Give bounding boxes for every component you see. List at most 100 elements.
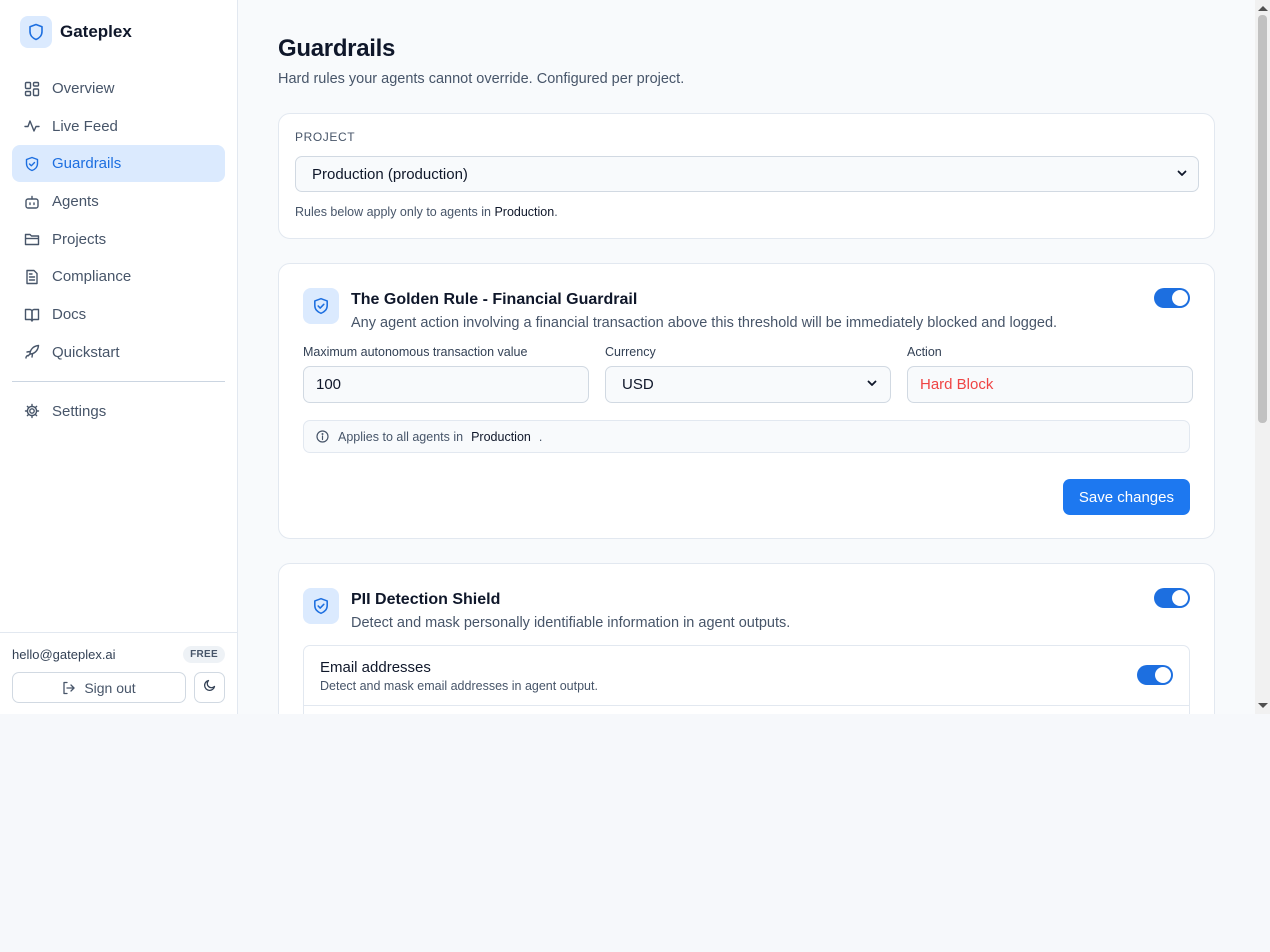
sidebar-item-label: Quickstart	[52, 343, 120, 361]
sidebar-item-compliance[interactable]: Compliance	[12, 258, 225, 295]
moon-icon	[203, 678, 217, 697]
scroll-down-arrow-icon[interactable]	[1258, 703, 1268, 708]
email-subrule-toggle[interactable]	[1137, 665, 1173, 685]
financial-rule-toggle[interactable]	[1154, 288, 1190, 308]
scroll-up-arrow-icon[interactable]	[1258, 6, 1268, 11]
sign-out-button[interactable]: Sign out	[12, 672, 186, 703]
pii-shield-card: PII Detection Shield Detect and mask per…	[278, 563, 1215, 714]
max-value-text: 100	[316, 376, 342, 393]
sign-out-label: Sign out	[84, 679, 136, 696]
email-subrule: Email addresses Detect and mask email ad…	[303, 645, 1190, 714]
log-out-icon	[62, 681, 76, 695]
user-row: hello@gateplex.ai FREE	[12, 645, 225, 663]
content-column: Guardrails Hard rules your agents cannot…	[278, 0, 1215, 714]
bot-icon	[24, 194, 40, 210]
rule-header: PII Detection Shield Detect and mask per…	[303, 588, 1190, 631]
sidebar-item-settings[interactable]: Settings	[12, 393, 225, 430]
email-subrule-title: Email addresses	[320, 659, 431, 676]
app-window: Gateplex Overview Live Feed Guardrails A…	[0, 0, 1270, 714]
currency-field: Currency USD	[605, 345, 891, 403]
sidebar: Gateplex Overview Live Feed Guardrails A…	[0, 0, 238, 714]
applies-prefix: Applies to all agents in	[338, 429, 464, 444]
rule-description: Detect and mask personally identifiable …	[351, 615, 791, 631]
applies-suffix: .	[538, 429, 543, 444]
sidebar-item-label: Compliance	[52, 268, 132, 286]
pii-rule-toggle[interactable]	[1154, 588, 1190, 608]
page-subtitle: Hard rules your agents cannot override. …	[278, 71, 685, 87]
rocket-icon	[24, 344, 40, 360]
sidebar-item-docs[interactable]: Docs	[12, 296, 225, 333]
sidebar-item-live-feed[interactable]: Live Feed	[12, 108, 225, 145]
rule-text: PII Detection Shield Detect and mask per…	[351, 588, 790, 631]
sidebar-divider	[12, 380, 225, 382]
save-changes-button[interactable]: Save changes	[1062, 479, 1190, 515]
sidebar-item-label: Settings	[52, 402, 107, 420]
financial-guardrail-card: The Golden Rule - Financial Guardrail An…	[278, 263, 1215, 539]
chevron-down-icon	[866, 376, 878, 393]
currency-select[interactable]: USD	[605, 366, 891, 403]
sidebar-item-projects[interactable]: Projects	[12, 221, 225, 258]
main-content: Guardrails Hard rules your agents cannot…	[238, 0, 1270, 714]
sidebar-item-label: Agents	[52, 193, 99, 211]
sidebar-item-label: Guardrails	[52, 155, 122, 173]
rule-header: The Golden Rule - Financial Guardrail An…	[303, 288, 1190, 331]
info-icon	[316, 430, 329, 443]
subrule-divider	[304, 705, 1189, 706]
page-title: Guardrails	[278, 35, 396, 62]
email-subrule-description: Detect and mask email addresses in agent…	[320, 679, 598, 693]
currency-value: USD	[622, 376, 654, 393]
rule-title: PII Detection Shield	[351, 591, 501, 608]
dashboard-grid-icon	[24, 81, 40, 97]
sidebar-footer: hello@gateplex.ai FREE Sign out	[0, 632, 237, 714]
shield-check-icon	[24, 156, 40, 172]
action-input[interactable]: Hard Block	[907, 366, 1193, 403]
folder-icon	[24, 231, 40, 247]
sidebar-item-quickstart[interactable]: Quickstart	[12, 334, 225, 371]
vertical-scrollbar[interactable]	[1255, 0, 1270, 714]
action-value: Hard Block	[920, 376, 994, 393]
max-value-label: Maximum autonomous transaction value	[303, 345, 528, 359]
shield-icon	[20, 16, 52, 48]
project-hint-name: Production	[494, 205, 555, 219]
project-hint-suffix: .	[554, 205, 558, 219]
shield-check-icon	[303, 588, 339, 624]
sidebar-item-label: Projects	[52, 230, 107, 248]
project-selector-card: PROJECT Production (production) Rules be…	[278, 113, 1215, 239]
activity-icon	[24, 118, 40, 134]
chevron-down-icon	[1176, 166, 1188, 183]
document-icon	[24, 269, 40, 285]
action-label: Action	[907, 345, 942, 359]
project-hint: Rules below apply only to agents in Prod…	[295, 205, 1198, 219]
user-email: hello@gateplex.ai	[12, 646, 116, 662]
project-select[interactable]: Production (production)	[295, 156, 1199, 192]
scrollbar-thumb[interactable]	[1258, 15, 1267, 423]
applies-project: Production	[471, 429, 531, 444]
max-value-field: Maximum autonomous transaction value 100	[303, 345, 589, 403]
brand-name: Gateplex	[60, 22, 132, 41]
rule-title: The Golden Rule - Financial Guardrail	[351, 291, 638, 308]
max-value-input[interactable]: 100	[303, 366, 589, 403]
sidebar-item-guardrails[interactable]: Guardrails	[12, 145, 225, 183]
book-icon	[24, 307, 40, 323]
sidebar-item-label: Live Feed	[52, 117, 118, 135]
brand[interactable]: Gateplex	[0, 0, 237, 64]
applies-info-bar: Applies to all agents in Production .	[303, 420, 1190, 453]
action-field: Action Hard Block	[907, 345, 1193, 403]
currency-label: Currency	[605, 345, 656, 359]
plan-badge: FREE	[183, 645, 225, 663]
sidebar-item-overview[interactable]: Overview	[12, 70, 225, 107]
project-select-value: Production (production)	[312, 165, 468, 183]
theme-toggle-button[interactable]	[194, 672, 225, 703]
sidebar-item-label: Docs	[52, 306, 87, 324]
sidebar-item-label: Overview	[52, 80, 115, 97]
shield-check-icon	[303, 288, 339, 324]
footer-actions: Sign out	[12, 672, 225, 703]
project-label: PROJECT	[295, 130, 356, 144]
project-hint-prefix: Rules below apply only to agents in	[295, 205, 495, 219]
rule-fields: Maximum autonomous transaction value 100…	[303, 345, 1193, 403]
gear-icon	[24, 403, 40, 419]
sidebar-item-agents[interactable]: Agents	[12, 183, 225, 220]
rule-text: The Golden Rule - Financial Guardrail An…	[351, 288, 1057, 331]
sidebar-nav: Overview Live Feed Guardrails Agents Pro…	[0, 64, 237, 430]
rule-description: Any agent action involving a financial t…	[351, 315, 1058, 331]
